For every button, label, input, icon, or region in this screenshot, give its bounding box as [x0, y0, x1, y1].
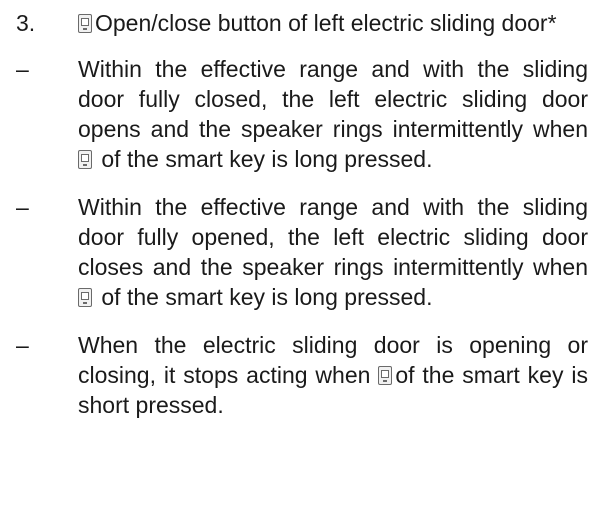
bullet-text: When the electric sliding door is openin…: [78, 330, 588, 420]
door-key-button-icon: [78, 288, 92, 307]
bullet-dash: –: [16, 194, 29, 220]
list-item: – Within the effective range and with th…: [16, 192, 588, 312]
bullet-dash: –: [16, 332, 29, 358]
bullet-text: Within the effective range and with the …: [78, 192, 588, 312]
door-key-button-icon: [78, 14, 92, 33]
bullet-dash: –: [16, 56, 29, 82]
bullet-text-after: of the smart key is long pressed.: [101, 284, 433, 310]
bullet-text-before: Within the effective range and with the …: [78, 194, 588, 280]
bullet-text-before: Within the effective range and with the …: [78, 56, 588, 142]
step-number: 3.: [16, 10, 36, 36]
step-heading: 3. Open/close button of left electric sl…: [16, 8, 588, 38]
step-title-text: Open/close button of left electric slidi…: [95, 10, 557, 36]
bullet-text-after: of the smart key is long pressed.: [101, 146, 433, 172]
door-key-button-icon: [378, 366, 393, 385]
list-item: – When the electric sliding door is open…: [16, 330, 588, 420]
list-item: – Within the effective range and with th…: [16, 54, 588, 174]
step-title: Open/close button of left electric slidi…: [78, 8, 588, 38]
door-key-button-icon: [78, 150, 92, 169]
bullet-text: Within the effective range and with the …: [78, 54, 588, 174]
instruction-page: 3. Open/close button of left electric sl…: [0, 0, 602, 516]
